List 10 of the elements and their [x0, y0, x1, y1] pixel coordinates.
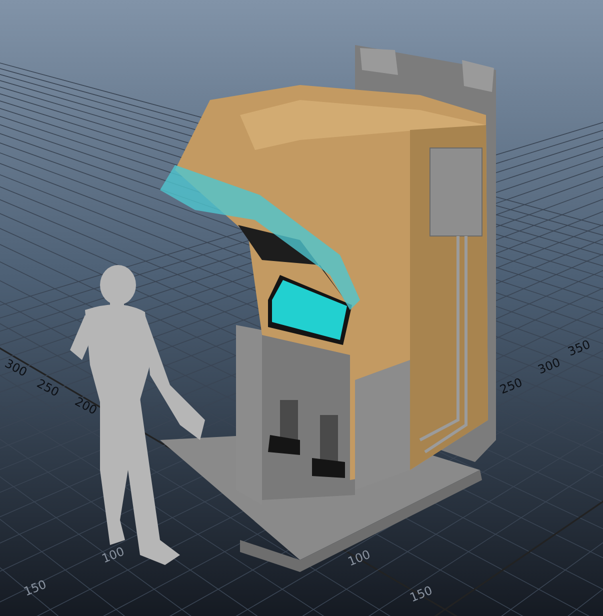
grid-label: 150: [408, 583, 434, 605]
grid-label: 350: [566, 337, 592, 359]
grid-label: 250: [34, 376, 62, 400]
grid-label: 100: [346, 547, 372, 569]
grid-label: 250: [498, 375, 524, 397]
grid-label: 150: [22, 577, 48, 599]
grid-label: 200: [72, 394, 100, 418]
grid-label: 300: [2, 356, 30, 380]
grid-label: 100: [100, 544, 126, 566]
grid-label: 300: [536, 355, 562, 377]
